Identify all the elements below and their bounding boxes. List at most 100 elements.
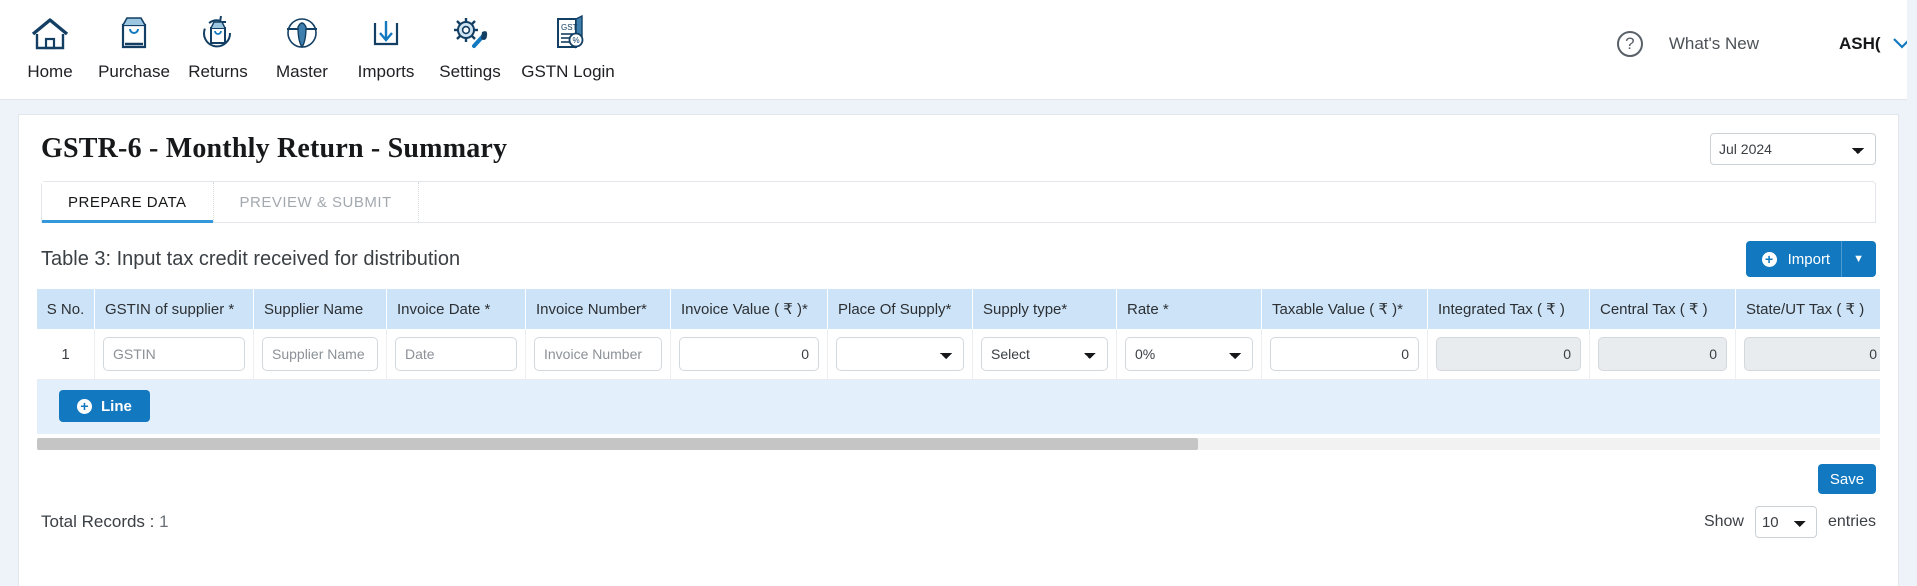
import-button-label: Import: [1787, 250, 1831, 268]
gst-document-icon: GST %: [546, 10, 590, 56]
plus-circle-icon: +: [1761, 251, 1777, 267]
home-icon: [29, 10, 71, 56]
table-row: 1 GSTIN Supplier Name Date Invoice Numbe…: [37, 329, 1880, 380]
tab-filler: [419, 182, 1875, 222]
col-header-taxable-value: Taxable Value ( ₹ )*: [1262, 289, 1428, 329]
download-tray-icon: [365, 10, 407, 56]
col-header-rate: Rate *: [1117, 289, 1262, 329]
taxable-value-input[interactable]: [1270, 337, 1419, 371]
col-header-integrated-tax: Integrated Tax ( ₹ ): [1428, 289, 1590, 329]
cell-integrated-tax: [1428, 329, 1590, 379]
col-header-supplier-name: Supplier Name: [254, 289, 387, 329]
page-title: GSTR-6 - Monthly Return - Summary: [41, 133, 508, 164]
whats-new-link[interactable]: What's New: [1669, 34, 1759, 54]
place-of-supply-select[interactable]: [836, 337, 964, 371]
supply-type-select[interactable]: Select: [981, 337, 1108, 371]
cell-serial: 1: [37, 329, 95, 379]
import-button[interactable]: + Import ▼: [1745, 241, 1876, 277]
nav-label: GSTN Login: [521, 62, 615, 81]
col-header-place-of-supply: Place Of Supply*: [828, 289, 973, 329]
nav-item-settings[interactable]: Settings: [428, 10, 512, 82]
page-header: GSTR-6 - Monthly Return - Summary Jul 20…: [19, 115, 1898, 165]
col-header-central-tax: Central Tax ( ₹ ): [1590, 289, 1736, 329]
purchase-bag-icon: [113, 10, 155, 56]
period-select[interactable]: Jul 2024: [1710, 133, 1876, 165]
entries-per-page-select[interactable]: 10: [1754, 506, 1817, 538]
cell-place-of-supply: [828, 329, 973, 379]
cell-rate: 0%: [1117, 329, 1262, 379]
user-menu[interactable]: ASH(: [1839, 34, 1917, 54]
col-header-invoice-value: Invoice Value ( ₹ )*: [671, 289, 828, 329]
nav-label: Returns: [188, 62, 248, 81]
add-line-bar: + Line: [37, 380, 1880, 434]
show-label: Show: [1703, 513, 1744, 530]
caret-down-icon[interactable]: ▼: [1841, 241, 1876, 277]
nav-label: Home: [27, 62, 73, 81]
grid-inner: S No. GSTIN of supplier * Supplier Name …: [37, 289, 1880, 434]
col-header-state-ut-tax: State/UT Tax ( ₹ ): [1736, 289, 1880, 329]
tab-prepare-data[interactable]: PREPARE DATA: [42, 182, 214, 223]
nav-label: Master: [276, 62, 328, 81]
nav-item-home[interactable]: Home: [8, 10, 92, 82]
table-title: Table 3: Input tax credit received for d…: [41, 247, 461, 270]
grid-header-row: S No. GSTIN of supplier * Supplier Name …: [37, 289, 1880, 329]
col-header-s-no: S No.: [37, 289, 95, 329]
cell-central-tax: [1590, 329, 1736, 379]
question-mark-icon[interactable]: ?: [1616, 31, 1643, 57]
tab-preview-submit[interactable]: PREVIEW & SUBMIT: [213, 182, 419, 222]
nav-item-purchase[interactable]: Purchase: [92, 10, 176, 82]
rate-select[interactable]: 0%: [1125, 337, 1253, 371]
integrated-tax-input: [1436, 337, 1581, 371]
footer-row: Total Records : 1 Show 10 entries: [19, 494, 1898, 538]
plus-circle-icon: +: [77, 398, 92, 414]
horizontal-scrollbar-thumb[interactable]: [37, 438, 1199, 450]
add-line-button[interactable]: + Line: [59, 390, 150, 422]
col-header-invoice-date: Invoice Date *: [387, 289, 526, 329]
total-records-label: Total Records :: [41, 512, 155, 531]
master-umbrella-icon: [281, 10, 323, 56]
col-header-invoice-number: Invoice Number*: [526, 289, 671, 329]
save-button[interactable]: Save: [1818, 464, 1876, 494]
central-tax-input: [1598, 337, 1727, 371]
top-navigation-bar: Home Purchase Returns Master Imports Set…: [0, 0, 1917, 100]
nav-items: Home Purchase Returns Master Imports Set…: [0, 0, 624, 82]
invoice-date-input[interactable]: [395, 337, 517, 371]
table-header-row: Table 3: Input tax credit received for d…: [41, 223, 1876, 289]
topnav-right-group: ? What's New ASH(: [1616, 0, 1917, 88]
nav-label: Imports: [357, 62, 415, 81]
nav-label: Purchase: [98, 62, 170, 81]
page-container: GSTR-6 - Monthly Return - Summary Jul 20…: [0, 100, 1917, 586]
cell-supply-type: Select: [973, 329, 1117, 379]
user-name-label: ASH(: [1839, 34, 1881, 53]
returns-refresh-icon: [196, 10, 240, 56]
horizontal-scrollbar[interactable]: [37, 438, 1880, 450]
show-entries-control: Show 10 entries: [1704, 506, 1876, 538]
entries-label: entries: [1827, 513, 1876, 530]
nav-item-master[interactable]: Master: [260, 10, 344, 82]
cell-invoice-date: [387, 329, 526, 379]
nav-item-gstn-login[interactable]: GST % GSTN Login: [512, 10, 624, 82]
page-right-edge: [1907, 0, 1917, 586]
summary-card: GSTR-6 - Monthly Return - Summary Jul 20…: [18, 114, 1899, 586]
tab-bar: PREPARE DATA PREVIEW & SUBMIT: [41, 181, 1876, 223]
gstin-input[interactable]: [103, 337, 245, 371]
invoice-number-input[interactable]: [534, 337, 662, 371]
cell-invoice-value: [671, 329, 828, 379]
cell-state-ut-tax: [1736, 329, 1880, 379]
svg-text:%: %: [573, 36, 580, 45]
save-row: Save: [19, 450, 1898, 494]
total-records-count: 1: [159, 512, 169, 531]
supplier-name-input[interactable]: [262, 337, 378, 371]
entries-grid: S No. GSTIN of supplier * Supplier Name …: [37, 289, 1880, 434]
state-ut-tax-input: [1744, 337, 1880, 371]
svg-text:GST: GST: [561, 23, 578, 32]
add-line-label: Line: [101, 397, 132, 415]
gear-wrench-icon: [448, 10, 492, 56]
nav-item-imports[interactable]: Imports: [344, 10, 428, 82]
invoice-value-input[interactable]: [679, 337, 819, 371]
cell-supplier-name: [254, 329, 387, 379]
nav-item-returns[interactable]: Returns: [176, 10, 260, 82]
cell-gstin: [95, 329, 254, 379]
total-records: Total Records : 1: [41, 512, 169, 532]
col-header-gstin: GSTIN of supplier *: [95, 289, 254, 329]
